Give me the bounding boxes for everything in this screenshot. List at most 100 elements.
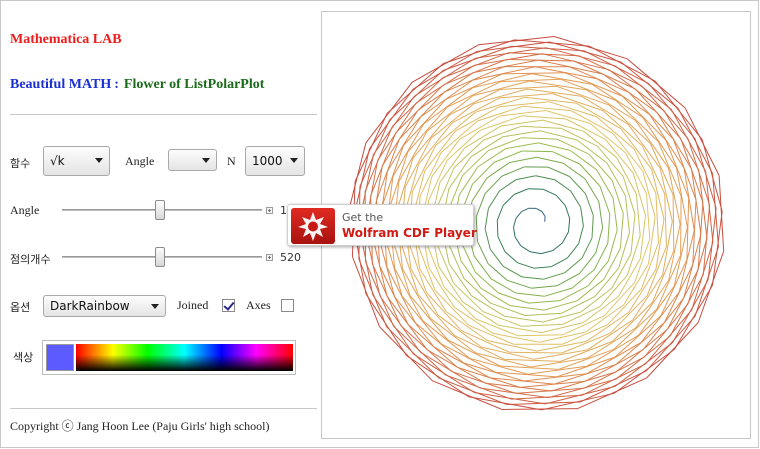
plot-segment bbox=[513, 227, 516, 238]
plot-segment bbox=[453, 139, 484, 169]
plot-segment bbox=[358, 259, 388, 327]
plot-segment bbox=[612, 197, 618, 231]
lab-title: Mathematica LAB bbox=[10, 32, 122, 47]
plot-segment bbox=[660, 259, 688, 317]
plot-segment bbox=[509, 351, 562, 354]
plot-segment bbox=[564, 257, 583, 274]
plot-segment bbox=[528, 300, 561, 304]
plot-segment bbox=[680, 196, 682, 256]
plot-segment bbox=[438, 266, 464, 303]
plot-segment bbox=[513, 218, 517, 228]
joined-checkbox[interactable] bbox=[222, 299, 235, 312]
plot-segment bbox=[392, 239, 411, 296]
plot-segment bbox=[566, 243, 579, 259]
plot-segment bbox=[502, 130, 541, 138]
plot-segment bbox=[529, 251, 542, 255]
cdf-banner-line2: Wolfram CDF Player bbox=[342, 226, 477, 240]
function-value: √k bbox=[50, 154, 65, 168]
plot-segment bbox=[602, 110, 643, 147]
plot-segment bbox=[418, 122, 453, 165]
plot-segment bbox=[585, 304, 625, 333]
divider-bottom bbox=[10, 408, 317, 409]
angle-dropdown[interactable] bbox=[168, 149, 217, 171]
plot-segment bbox=[640, 242, 659, 290]
plot-segment bbox=[538, 142, 571, 151]
color-swatch[interactable] bbox=[46, 344, 74, 371]
plot-segment bbox=[533, 266, 552, 269]
plot-segment bbox=[646, 193, 651, 240]
plot-segment bbox=[617, 258, 641, 297]
color-scheme-dropdown[interactable]: DarkRainbow bbox=[43, 295, 166, 317]
angle-expand-icon[interactable] bbox=[266, 207, 273, 214]
plot-segment bbox=[541, 211, 546, 217]
plot-segment bbox=[535, 207, 543, 212]
plot-segment bbox=[542, 188, 557, 196]
plot-segment bbox=[595, 227, 604, 254]
points-slider[interactable] bbox=[62, 247, 262, 267]
plot-segment bbox=[578, 225, 584, 244]
plot-segment bbox=[475, 193, 486, 217]
plot-segment bbox=[398, 130, 428, 183]
color-scheme-value: DarkRainbow bbox=[50, 299, 130, 313]
plot-segment bbox=[517, 334, 564, 337]
plot-segment bbox=[490, 278, 517, 294]
plot-segment bbox=[474, 271, 499, 294]
angle-slider-label: Angle bbox=[10, 203, 40, 217]
plot-segment bbox=[502, 408, 578, 410]
plot-segment bbox=[444, 374, 512, 400]
plot-segment bbox=[496, 220, 499, 237]
subtitle-separator: : bbox=[114, 77, 119, 92]
chevron-down-icon bbox=[151, 304, 159, 309]
plot-segment bbox=[588, 45, 656, 82]
subtitle-main: Beautiful MATH bbox=[10, 77, 112, 92]
function-label: 함수 bbox=[10, 157, 31, 170]
plot-segment bbox=[521, 125, 562, 129]
plot-segment bbox=[504, 358, 561, 362]
angle-select-label: Angle bbox=[125, 154, 155, 168]
plot-segment bbox=[386, 63, 444, 114]
plot-segment bbox=[536, 156, 564, 164]
control-panel: Mathematica LAB Beautiful MATH: Flower of… bbox=[1, 1, 321, 449]
plot-segment bbox=[400, 241, 419, 295]
points-slider-thumb[interactable] bbox=[155, 247, 165, 267]
cdf-player-banner[interactable]: Get the Wolfram CDF Player bbox=[287, 204, 477, 246]
plot-segment bbox=[521, 323, 563, 327]
plot-segment bbox=[580, 207, 584, 227]
plot-segment bbox=[496, 205, 504, 221]
n-dropdown[interactable]: 1000 bbox=[245, 146, 305, 176]
plot-segment bbox=[581, 237, 593, 259]
plot-segment bbox=[525, 312, 562, 316]
plot-segment bbox=[555, 194, 566, 207]
points-expand-icon[interactable] bbox=[266, 254, 273, 261]
plot-segment bbox=[478, 36, 555, 46]
axes-checkbox[interactable] bbox=[281, 299, 294, 312]
plot-segment bbox=[672, 194, 675, 251]
plot-segment bbox=[591, 215, 594, 239]
plot-segment bbox=[489, 248, 504, 267]
plot-segment bbox=[504, 315, 543, 323]
plot-segment bbox=[471, 177, 488, 202]
plot-segment bbox=[499, 179, 517, 192]
angle-slider[interactable] bbox=[62, 200, 262, 220]
plot-segment bbox=[430, 317, 477, 354]
plot-segment bbox=[712, 211, 723, 286]
app-frame: Mathematica LAB Beautiful MATH: Flower of… bbox=[0, 0, 759, 448]
subtitle-topic: Flower of ListPolarPlot bbox=[123, 77, 265, 92]
n-label: N bbox=[227, 154, 236, 168]
plot-segment bbox=[543, 300, 578, 311]
color-spectrum[interactable] bbox=[76, 344, 293, 371]
plot-segment bbox=[515, 292, 545, 297]
option-label: 옵션 bbox=[10, 301, 31, 314]
plot-segment bbox=[458, 166, 479, 196]
plot-segment bbox=[556, 273, 580, 287]
plot-segment bbox=[554, 179, 571, 192]
plot-segment bbox=[472, 162, 495, 185]
angle-slider-thumb[interactable] bbox=[155, 200, 165, 220]
plot-segment bbox=[514, 236, 522, 246]
plot-segment bbox=[509, 305, 545, 311]
plot-segment bbox=[583, 356, 645, 389]
plot-segment bbox=[521, 115, 567, 120]
plot-segment bbox=[654, 80, 703, 140]
plot-segment bbox=[517, 262, 535, 269]
function-dropdown[interactable]: √k bbox=[43, 146, 110, 176]
